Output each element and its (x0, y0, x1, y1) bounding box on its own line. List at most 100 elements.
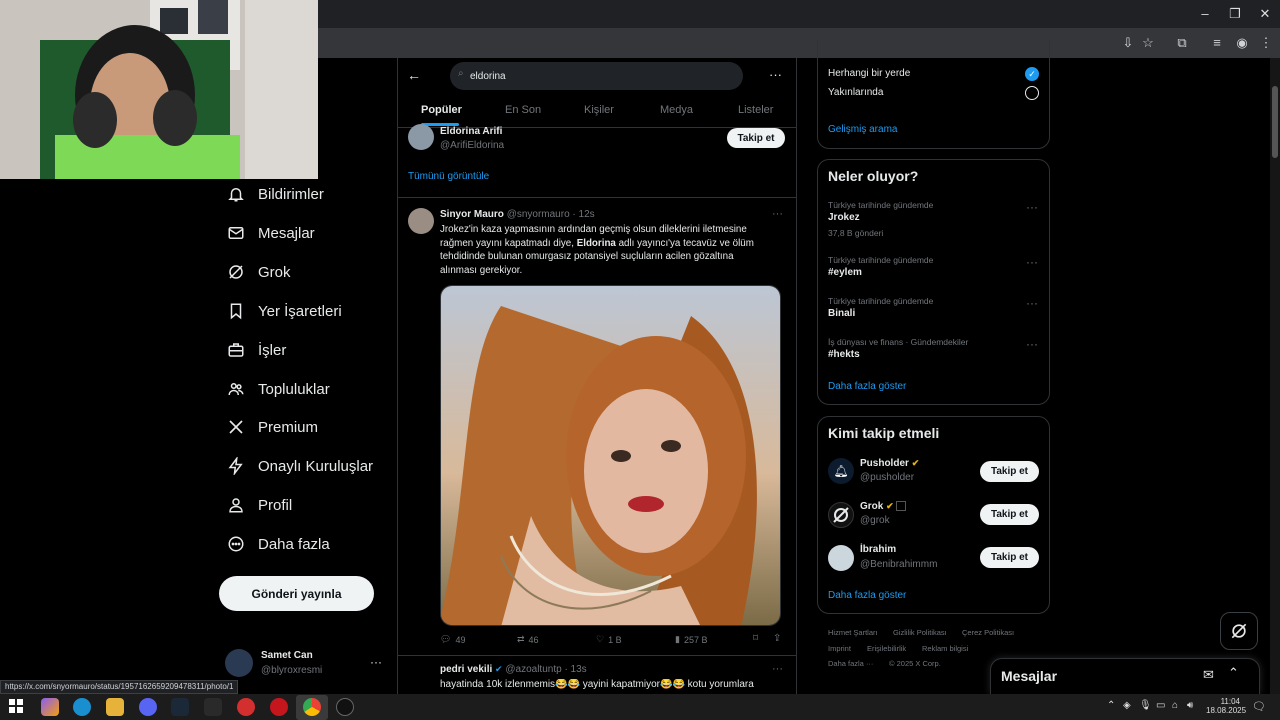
nav-grok[interactable]: Grok (226, 257, 291, 287)
tweet-handle[interactable]: @snyormauro (507, 209, 570, 220)
file-explorer-icon[interactable] (106, 698, 124, 716)
media-icon[interactable]: ≡ (1207, 34, 1227, 52)
reply-button[interactable]: 💬︎ 49 (440, 634, 465, 645)
tray-app-icon[interactable]: ◈ (1123, 700, 1131, 711)
search-input[interactable]: ⌕ eldorina (450, 62, 743, 90)
star-icon[interactable]: ☆ (1138, 34, 1158, 52)
suggestion-name[interactable]: İbrahim (860, 544, 896, 555)
tweet-photo[interactable] (440, 285, 781, 626)
copilot-icon[interactable] (41, 698, 59, 716)
app-icon[interactable] (237, 698, 255, 716)
bookmark-icon[interactable]: ⌑ (753, 633, 758, 644)
tab-media[interactable]: Medya (660, 104, 693, 116)
nav-bookmarks[interactable]: Yer İşaretleri (226, 296, 342, 326)
location-near-label[interactable]: Yakınlarında (828, 87, 883, 98)
tweet-more-icon[interactable]: ··· (772, 663, 783, 675)
footer-link[interactable]: Erişilebilirlik (867, 644, 906, 653)
like-button[interactable]: ♡ 1 B (596, 634, 622, 645)
suggestion-name[interactable]: Pusholder (860, 458, 909, 469)
avatar[interactable] (828, 502, 854, 528)
trend-more-icon[interactable]: ··· (1026, 255, 1038, 269)
avatar[interactable]: 🔔︎ (828, 458, 854, 484)
minimize-icon[interactable]: – (1190, 4, 1220, 24)
trend-name[interactable]: Binali (828, 308, 855, 319)
epic-games-icon[interactable] (204, 698, 222, 716)
windows-start-icon[interactable] (9, 699, 23, 713)
footer-link[interactable]: Gizlilik Politikası (893, 628, 947, 637)
nav-verified-orgs[interactable]: Onaylı Kuruluşlar (226, 451, 373, 481)
steam-icon[interactable] (171, 698, 189, 716)
follow-button[interactable]: Takip et (980, 547, 1039, 568)
nav-communities[interactable]: Topluluklar (226, 374, 330, 404)
tab-people[interactable]: Kişiler (584, 104, 614, 116)
tab-popular[interactable]: Popüler (421, 104, 462, 116)
menu-icon[interactable]: ⋮ (1256, 34, 1276, 52)
close-icon[interactable]: ✕ (1250, 4, 1280, 24)
back-arrow-icon[interactable]: ← (407, 67, 421, 83)
post-button[interactable]: Gönderi yayınla (219, 576, 374, 611)
advanced-search-link[interactable]: Gelişmiş arama (828, 124, 897, 135)
tweet-more-icon[interactable]: ··· (772, 208, 783, 220)
display-icon[interactable]: ▭ (1156, 700, 1165, 711)
notification-icon[interactable]: 🗨︎ (1252, 700, 1266, 713)
new-message-icon[interactable]: ✉ (1203, 667, 1214, 683)
trends-show-more-link[interactable]: Daha fazla göster (828, 381, 906, 392)
tweet-author[interactable]: Sinyor Mauro (440, 209, 504, 220)
suggestion-name[interactable]: Grok (860, 501, 883, 512)
follow-button[interactable]: Takip et (980, 461, 1039, 482)
nav-jobs[interactable]: İşler (226, 335, 286, 365)
volume-icon[interactable]: 🔊︎ (1187, 700, 1193, 711)
trend-name[interactable]: Jrokez (828, 212, 860, 223)
install-app-icon[interactable]: ⇩ (1118, 34, 1138, 52)
clock[interactable]: 11:04 18.08.2025 (1206, 697, 1246, 715)
trend-more-icon[interactable]: ··· (1026, 200, 1038, 214)
trend-name[interactable]: #eylem (828, 267, 862, 278)
more-options-icon[interactable]: ··· (769, 67, 782, 82)
retweet-button[interactable]: ⇄ 46 (517, 634, 539, 645)
user-name[interactable]: Eldorina Arifi (440, 126, 502, 137)
edge-icon[interactable] (73, 698, 91, 716)
chrome-icon[interactable] (303, 698, 321, 716)
avatar[interactable] (408, 124, 434, 150)
nav-profile[interactable]: Profil (226, 490, 292, 520)
avatar[interactable] (828, 545, 854, 571)
footer-link[interactable]: Imprint (828, 644, 851, 653)
radio-checked-icon[interactable]: ✓ (1025, 67, 1039, 81)
nav-more[interactable]: Daha fazla (226, 529, 330, 559)
grok-app-icon[interactable] (336, 698, 354, 716)
share-icon[interactable]: ⇪ (773, 633, 781, 644)
nav-premium[interactable]: Premium (226, 412, 318, 442)
chevron-up-icon[interactable]: ⌃ (1107, 700, 1115, 711)
footer-link[interactable]: Reklam bilgisi (922, 644, 968, 653)
footer-link[interactable]: Daha fazla ··· (828, 659, 873, 668)
extensions-icon[interactable]: ⧉ (1172, 34, 1192, 52)
follow-button[interactable]: Takip et (980, 504, 1039, 525)
trend-more-icon[interactable]: ··· (1026, 337, 1038, 351)
restore-icon[interactable]: ❐ (1220, 4, 1250, 24)
trend-more-icon[interactable]: ··· (1026, 296, 1038, 310)
trend-name[interactable]: #hekts (828, 349, 860, 360)
tweet-author[interactable]: pedri vekili (440, 664, 492, 675)
tab-lists[interactable]: Listeler (738, 104, 773, 116)
location-anywhere-label[interactable]: Herhangi bir yerde (828, 68, 910, 79)
opera-icon[interactable] (270, 698, 288, 716)
microphone-icon[interactable]: 🎙︎ (1139, 700, 1152, 711)
views-button[interactable]: ▮ 257 B (675, 634, 707, 645)
show-all-link[interactable]: Tümünü görüntüle (408, 171, 489, 182)
tab-latest[interactable]: En Son (505, 104, 541, 116)
profile-icon[interactable]: ◉ (1232, 34, 1252, 52)
grok-floating-button[interactable] (1220, 612, 1258, 650)
nav-notifications[interactable]: Bildirimler (226, 179, 324, 209)
discord-icon[interactable] (139, 698, 157, 716)
tweet-handle[interactable]: @azoaltuntp (505, 664, 561, 675)
follow-button[interactable]: Takip et (727, 128, 785, 148)
footer-link[interactable]: Çerez Politikası (962, 628, 1014, 637)
network-icon[interactable]: ⌂ (1172, 700, 1178, 711)
nav-messages[interactable]: Mesajlar (226, 218, 315, 248)
follow-show-more-link[interactable]: Daha fazla göster (828, 590, 906, 601)
avatar[interactable] (225, 649, 253, 677)
footer-link[interactable]: Hizmet Şartları (828, 628, 878, 637)
tweet-time[interactable]: · 13s (564, 664, 586, 675)
radio-unchecked-icon[interactable] (1025, 86, 1039, 100)
avatar[interactable] (408, 208, 434, 234)
